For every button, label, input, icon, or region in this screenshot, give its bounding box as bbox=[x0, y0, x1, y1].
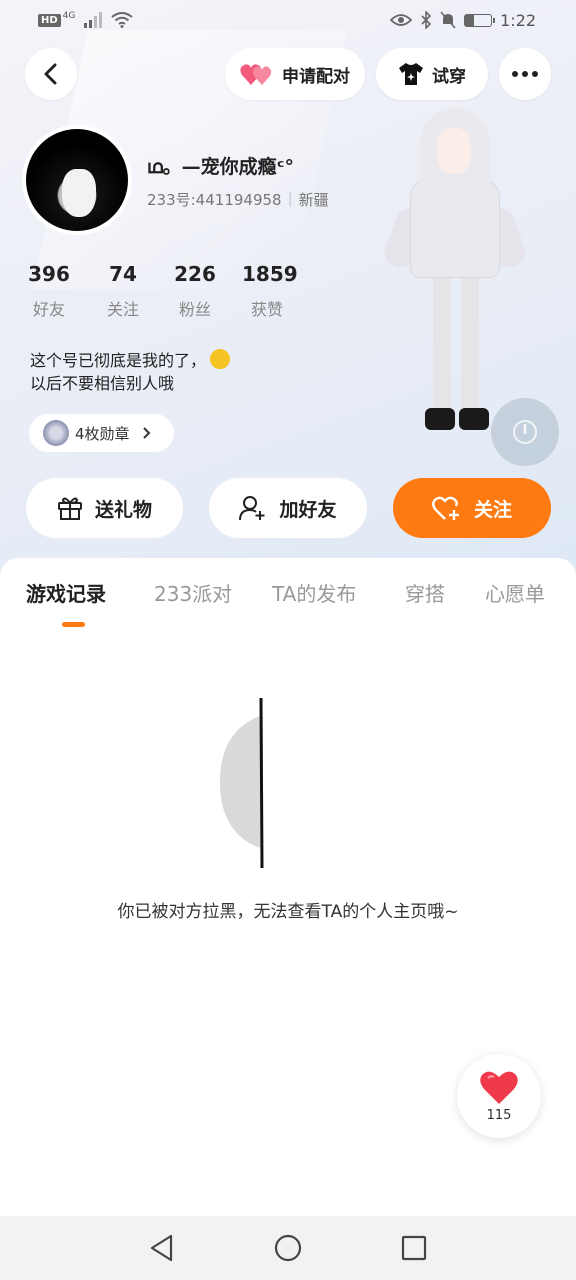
clock: 1:22 bbox=[500, 10, 536, 30]
rotate-model-button[interactable] bbox=[491, 398, 559, 466]
wifi-icon bbox=[111, 12, 133, 28]
stat-followers[interactable]: 226 粉丝 bbox=[174, 262, 216, 320]
try-on-button[interactable]: 试穿 bbox=[376, 48, 488, 100]
stat-label: 关注 bbox=[106, 300, 139, 319]
battery-icon bbox=[464, 13, 496, 27]
more-dot-icon bbox=[512, 71, 518, 77]
back-button[interactable] bbox=[25, 48, 77, 100]
tab-posts[interactable]: TA的发布 bbox=[272, 578, 356, 607]
try-on-label: 试穿 bbox=[432, 66, 466, 87]
stat-label: 粉丝 bbox=[178, 300, 211, 319]
add-friend-button[interactable]: 加好友 bbox=[209, 478, 367, 538]
like-count: 115 bbox=[486, 1107, 512, 1123]
more-dot-icon bbox=[532, 71, 538, 77]
rotate-icon bbox=[513, 420, 537, 444]
divider: | bbox=[287, 189, 293, 207]
bio-line: 这个号已彻底是我的了， bbox=[30, 351, 207, 370]
avatar-character-model[interactable] bbox=[380, 108, 530, 438]
uid-line: 233号:441194958 | 新疆 bbox=[147, 189, 329, 210]
nickname: ഥ。—宠你成瘾ᶜ° bbox=[147, 156, 294, 178]
heart-plus-icon bbox=[432, 496, 459, 520]
stats-row: 396 好友 74 关注 226 粉丝 1859 获赞 bbox=[28, 262, 298, 320]
double-heart-icon bbox=[240, 64, 272, 85]
stat-likes[interactable]: 1859 获赞 bbox=[242, 262, 298, 320]
like-button[interactable]: 115 bbox=[457, 1054, 541, 1138]
chevron-right-icon bbox=[142, 427, 150, 439]
follow-label: 关注 bbox=[473, 498, 512, 521]
add-user-icon bbox=[239, 496, 265, 521]
nav-home-icon[interactable] bbox=[274, 1234, 302, 1262]
send-gift-label: 送礼物 bbox=[94, 498, 152, 521]
send-gift-button[interactable]: 送礼物 bbox=[26, 478, 183, 538]
navigation-bar bbox=[0, 1216, 576, 1280]
stat-value: 396 bbox=[28, 262, 70, 286]
more-dot-icon bbox=[522, 71, 528, 77]
nav-recents-icon[interactable] bbox=[401, 1235, 427, 1261]
stat-value: 74 bbox=[109, 262, 137, 286]
profile-tabs: 游戏记录 233派对 TA的发布 穿搭 心愿单 bbox=[0, 578, 576, 618]
bio-line: 以后不要相信别人哦 bbox=[30, 374, 175, 393]
avatar[interactable] bbox=[22, 125, 132, 235]
bio: 这个号已彻底是我的了， 以后不要相信别人哦 bbox=[30, 349, 231, 395]
hd-badge: HD bbox=[38, 13, 61, 27]
signal-icon bbox=[84, 12, 103, 28]
tab-indicator bbox=[62, 622, 85, 627]
back-arrow-icon bbox=[44, 63, 57, 85]
nav-back-icon[interactable] bbox=[149, 1234, 175, 1262]
tab-233-party[interactable]: 233派对 bbox=[154, 578, 232, 607]
mute-bell-icon bbox=[440, 11, 456, 29]
tab-outfits[interactable]: 穿搭 bbox=[405, 578, 445, 607]
stat-value: 1859 bbox=[242, 262, 298, 286]
add-friend-label: 加好友 bbox=[279, 498, 337, 521]
status-bar: HD 4G 1:22 bbox=[0, 0, 576, 40]
tshirt-icon bbox=[399, 63, 423, 85]
bluetooth-icon bbox=[421, 11, 432, 29]
request-match-label: 申请配对 bbox=[282, 66, 350, 87]
laughing-emoji-icon bbox=[210, 349, 231, 369]
network-type: 4G bbox=[62, 11, 76, 21]
eye-icon bbox=[390, 14, 413, 26]
badges-button[interactable]: 4枚勋章 bbox=[29, 414, 174, 452]
stat-friends[interactable]: 396 好友 bbox=[28, 262, 70, 320]
tab-wishlist[interactable]: 心愿单 bbox=[485, 578, 545, 607]
location: 新疆 bbox=[298, 191, 329, 209]
blocked-message: 你已被对方拉黑，无法查看TA的个人主页哦~ bbox=[117, 902, 459, 922]
avatar-image bbox=[26, 129, 128, 231]
tab-game-records[interactable]: 游戏记录 bbox=[26, 578, 106, 607]
user-id[interactable]: 233号:441194958 bbox=[147, 189, 282, 210]
request-match-button[interactable]: 申请配对 bbox=[225, 48, 365, 100]
heart-icon bbox=[480, 1071, 518, 1104]
stat-value: 226 bbox=[174, 262, 216, 286]
gift-icon bbox=[57, 497, 82, 520]
blocked-illustration-icon bbox=[220, 698, 264, 868]
stat-label: 好友 bbox=[32, 300, 65, 319]
badges-label: 4枚勋章 bbox=[75, 424, 130, 443]
follow-button[interactable]: 关注 bbox=[393, 478, 551, 538]
more-button[interactable] bbox=[499, 48, 551, 100]
stat-label: 获赞 bbox=[250, 300, 283, 319]
stat-following[interactable]: 74 关注 bbox=[102, 262, 144, 320]
medal-icon bbox=[43, 420, 69, 446]
